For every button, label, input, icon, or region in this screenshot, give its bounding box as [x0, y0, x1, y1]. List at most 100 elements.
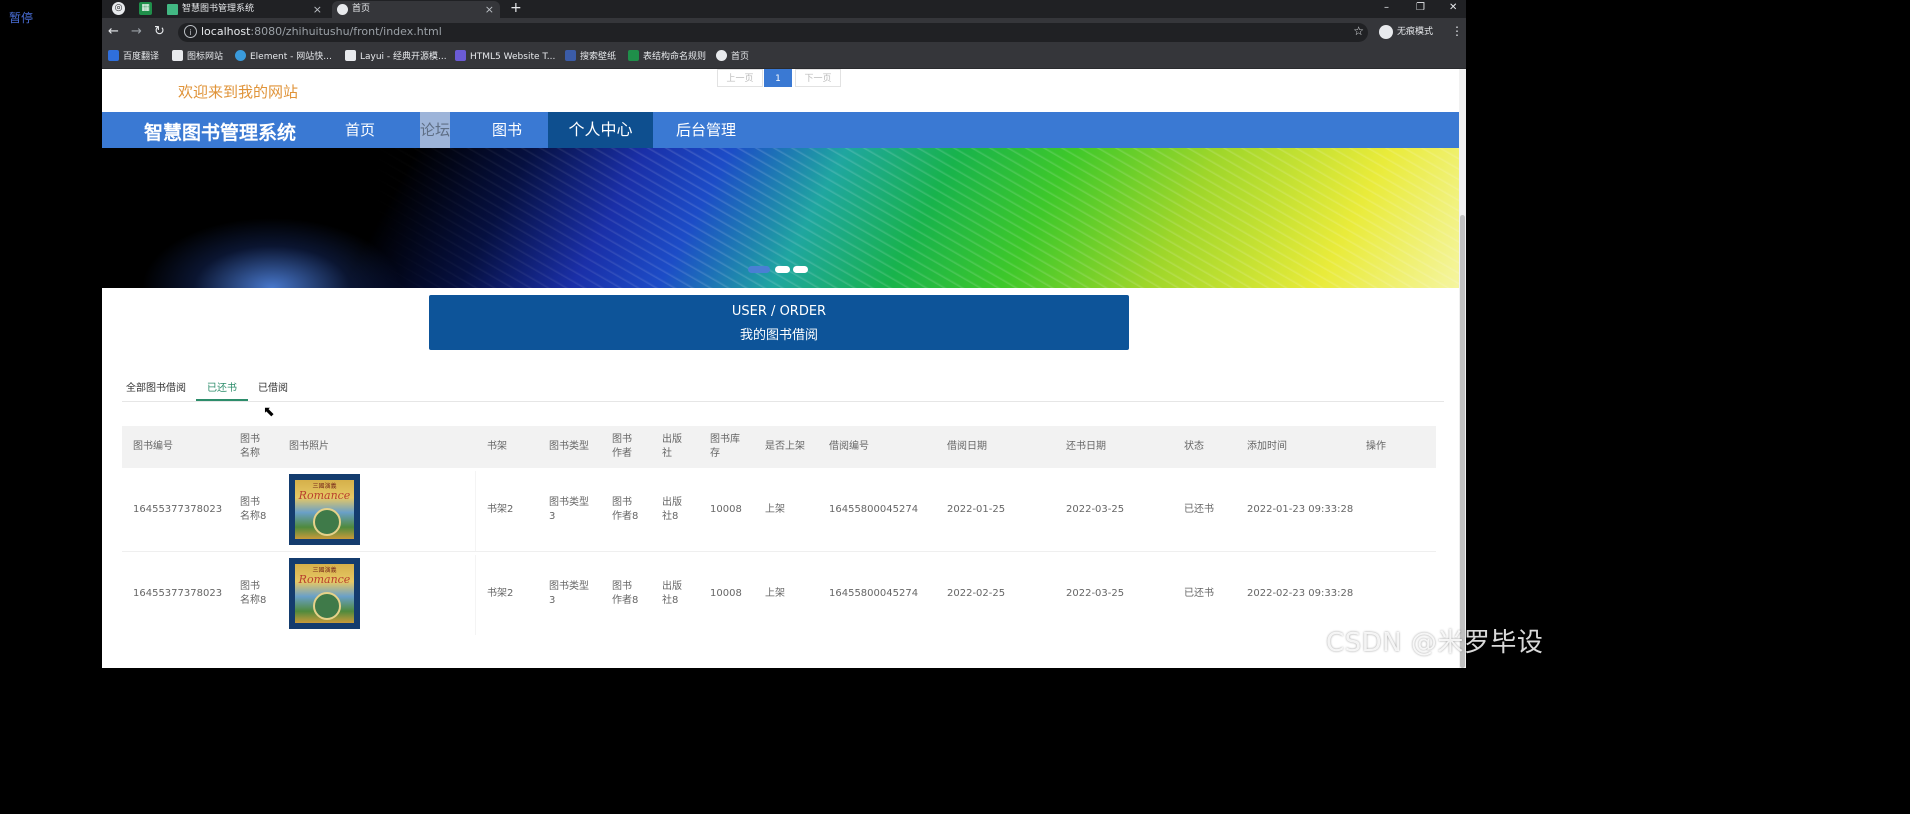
browser-toolbar: ← → ↻ i localhost:8080/zhihuitushu/front… — [102, 18, 1466, 46]
carousel-dot-2[interactable] — [775, 266, 790, 273]
tab-library-system[interactable]: 智慧图书管理系统 × — [162, 1, 328, 18]
th-book-photo: 图书照片 — [289, 441, 329, 452]
tab-home[interactable]: 首页 × — [332, 1, 500, 18]
close-icon[interactable]: × — [485, 1, 494, 18]
nav-books[interactable]: 图书 — [474, 112, 540, 148]
borrow-tabs: 全部图书借阅 已还书 已借阅 — [122, 369, 1444, 402]
flag-icon — [172, 50, 183, 61]
url-text[interactable]: localhost:8080/zhihuitushu/front/index.h… — [201, 25, 442, 38]
book-cover-image[interactable]: 三國演義 Romance — [289, 474, 360, 545]
back-button[interactable]: ← — [108, 24, 119, 40]
cell-shelf: 书架2 — [487, 588, 514, 599]
tab-label: 首页 — [352, 4, 371, 14]
th-publisher: 出版 社 — [662, 434, 682, 459]
address-bar[interactable]: i localhost:8080/zhihuitushu/front/index… — [178, 23, 1368, 42]
cell-added-time: 2022-01-23 09:33:28 — [1247, 504, 1354, 515]
cover-art: 三國演義 Romance — [295, 564, 354, 623]
bookmark-wallpaper[interactable]: 搜索壁纸 — [565, 50, 616, 64]
window-close-button[interactable]: ✕ — [1449, 0, 1457, 16]
th-shelf: 书架 — [487, 441, 507, 452]
forward-button[interactable]: → — [131, 24, 142, 40]
layui-icon — [345, 50, 356, 61]
scrollbar-thumb[interactable] — [1460, 215, 1465, 668]
wallpaper-icon — [565, 50, 576, 61]
cell-listed: 上架 — [765, 588, 785, 599]
tab-returned[interactable]: 已还书 — [207, 379, 237, 394]
info-icon[interactable]: i — [184, 25, 197, 38]
tab-all-borrows[interactable]: 全部图书借阅 — [126, 379, 186, 394]
cell-listed: 上架 — [765, 504, 785, 515]
cell-book-id: 16455377378023 — [133, 588, 223, 599]
book-cover-image[interactable]: 三國演義 Romance — [289, 558, 360, 629]
cover-figure — [313, 592, 341, 620]
th-stock: 图书库 存 — [710, 434, 740, 459]
nav-personal-center[interactable]: 个人中心 — [548, 112, 653, 148]
browser-window: ◎ ▦ 智慧图书管理系统 × 首页 × + – ❐ ✕ ← → ↻ i loca… — [102, 0, 1466, 668]
bookmark-layui[interactable]: Layui - 经典开源模... — [345, 50, 447, 64]
cell-divider — [475, 471, 476, 551]
next-page-button[interactable]: 下一页 — [795, 69, 841, 87]
bookmark-html5[interactable]: HTML5 Website T... — [455, 50, 555, 64]
page-1-button[interactable]: 1 — [764, 69, 792, 87]
section-title-cn: 我的图书借阅 — [739, 328, 818, 343]
mouse-cursor-icon: ⬉ — [263, 404, 275, 420]
cell-return-date: 2022-03-25 — [1066, 504, 1125, 515]
cell-stock: 10008 — [710, 588, 742, 599]
cell-added-time: 2022-02-23 09:33:28 — [1247, 588, 1354, 599]
th-book-id: 图书编号 — [133, 441, 173, 452]
tab-borrowed[interactable]: 已借阅 — [258, 379, 288, 394]
restore-button[interactable]: ❐ — [1416, 0, 1425, 16]
new-tab-button[interactable]: + — [510, 0, 522, 17]
cell-author: 图书 作者8 — [612, 581, 639, 606]
site-brand[interactable]: 智慧图书管理系统 — [144, 118, 296, 145]
bookmark-star-icon[interactable]: ☆ — [1353, 24, 1364, 38]
cover-figure — [313, 508, 341, 536]
th-borrow-no: 借阅编号 — [829, 441, 869, 452]
bookmark-element[interactable]: Element - 网站快... — [235, 50, 332, 64]
menu-icon[interactable]: ⋮ — [1451, 24, 1463, 38]
minimize-button[interactable]: – — [1384, 0, 1389, 16]
bookmark-icon-site[interactable]: 图标网站 — [172, 50, 223, 64]
cell-borrow-date: 2022-01-25 — [947, 504, 1006, 515]
bookmark-baidu-translate[interactable]: 百度翻译 — [108, 50, 159, 64]
cell-stock: 10008 — [710, 504, 742, 515]
page-scrollbar[interactable] — [1459, 69, 1466, 668]
th-book-type: 图书类型 — [549, 441, 589, 452]
nav-forum[interactable]: 论坛 — [420, 112, 450, 148]
cell-return-date: 2022-03-25 — [1066, 588, 1125, 599]
carousel-dot-3[interactable] — [793, 266, 808, 273]
nav-admin[interactable]: 后台管理 — [664, 112, 748, 148]
th-action: 操作 — [1366, 441, 1386, 452]
incognito-indicator[interactable]: 无痕模式 — [1379, 24, 1433, 39]
element-icon — [235, 50, 246, 61]
html5-icon — [455, 50, 466, 61]
th-book-name: 图书 名称 — [240, 434, 260, 459]
tab-label: 智慧图书管理系统 — [182, 4, 255, 14]
section-title-en: USER / ORDER — [731, 304, 827, 319]
main-navbar: 智慧图书管理系统 首页 论坛 图书 个人中心 后台管理 — [102, 112, 1459, 148]
tab-strip: ◎ ▦ 智慧图书管理系统 × 首页 × + – ❐ ✕ — [102, 0, 1466, 18]
th-author: 图书 作者 — [612, 434, 632, 459]
bookmarks-bar: 百度翻译 图标网站 Element - 网站快... Layui - 经典开源模… — [102, 46, 1466, 69]
globe-icon — [716, 50, 727, 61]
nav-home[interactable]: 首页 — [324, 112, 396, 148]
bookmark-home[interactable]: 首页 — [716, 50, 749, 64]
th-borrow-date: 借阅日期 — [947, 441, 987, 452]
globe-icon[interactable]: ◎ — [112, 2, 125, 15]
bookmark-naming-rules[interactable]: 表结构命名规则 — [628, 50, 706, 64]
cell-book-name: 图书 名称8 — [240, 497, 267, 522]
cell-publisher: 出版 社8 — [662, 497, 682, 522]
close-icon[interactable]: × — [313, 1, 322, 18]
pause-label: 暂停 — [9, 11, 34, 25]
incognito-icon — [1379, 24, 1393, 39]
prev-page-button[interactable]: 上一页 — [717, 69, 763, 87]
cell-borrow-no: 16455800045274 — [829, 504, 919, 515]
th-added-time: 添加时间 — [1247, 441, 1287, 452]
globe-icon — [337, 4, 348, 15]
cell-book-type: 图书类型 3 — [549, 581, 589, 606]
cell-book-type: 图书类型 3 — [549, 497, 589, 522]
sheet-icon[interactable]: ▦ — [139, 2, 152, 15]
reload-button[interactable]: ↻ — [154, 24, 165, 40]
welcome-text: 欢迎来到我的网站 — [178, 83, 299, 101]
carousel-dot-1[interactable] — [748, 266, 770, 273]
